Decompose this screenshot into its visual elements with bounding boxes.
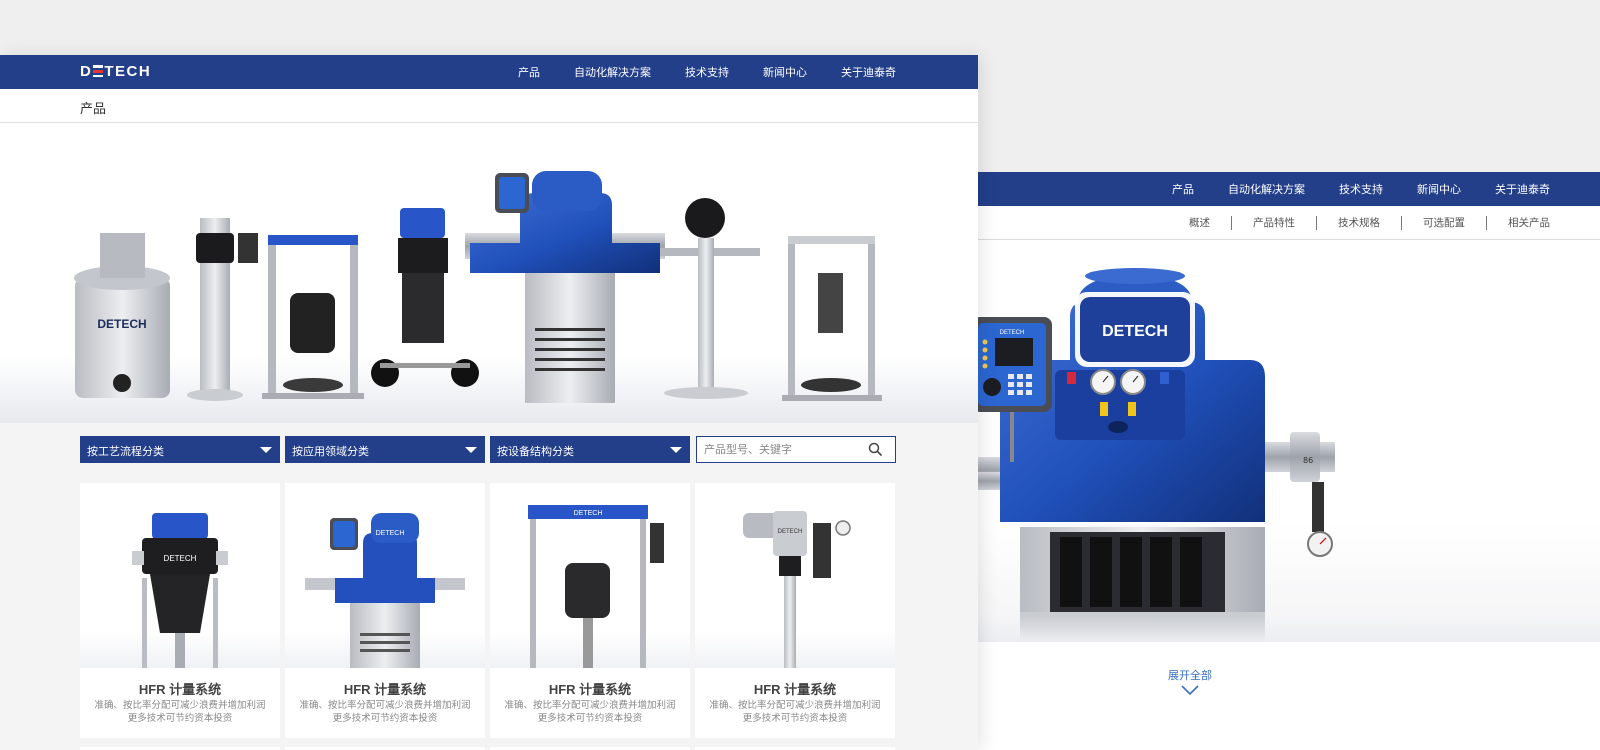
main-nav: 产品 自动化解决方案 技术支持 新闻中心 关于迪泰奇 [484, 55, 896, 89]
machine-label: DETECH [164, 554, 197, 563]
nav-item-products[interactable]: 产品 [518, 64, 540, 80]
product-banner: DETECH [0, 123, 978, 423]
search-input[interactable] [697, 437, 857, 462]
breadcrumb-bar: 产品 [0, 89, 978, 123]
caret-down-icon [465, 447, 477, 453]
product-detail-window: 产品 自动化解决方案 技术支持 新闻中心 关于迪泰奇 概述 产品特性 技术规格 … [960, 172, 1600, 750]
subnav-divider [1316, 215, 1317, 230]
product-description: 准确、按比率分配可减少浪费并增加利润更多技术可节约资本投资 [299, 700, 471, 724]
machine-label: DETECH [574, 510, 603, 517]
nav-item-automation[interactable]: 自动化解决方案 [574, 64, 651, 80]
filter-process-label: 按工艺流程分类 [87, 445, 164, 458]
product-subnav: 概述 产品特性 技术规格 可选配置 相关产品 [960, 206, 1600, 240]
product-search [696, 436, 896, 463]
product-card[interactable]: DETECH HFR 计量系统 准确、按比率分配可减少浪费并增加利润更多技术可节… [695, 483, 895, 738]
nav-item-support[interactable]: 技术支持 [1339, 181, 1383, 197]
detech-logo[interactable]: D TECH [80, 63, 151, 80]
expand-all-link[interactable]: 展开全部 [1120, 667, 1260, 683]
product-lineup-illustration: DETECH [74, 171, 882, 403]
nav-item-automation[interactable]: 自动化解决方案 [1228, 181, 1305, 197]
subnav-features[interactable]: 产品特性 [1253, 215, 1295, 230]
product-title: HFR 计量系统 [343, 682, 427, 697]
product-card[interactable]: DETECH HFR 计量系统 准确、按比率分配可减少浪费并增加利润更多技术可节… [285, 483, 485, 738]
logo-e-mark [93, 65, 104, 77]
tank-logo-text: DETECH [97, 317, 146, 331]
product-image: DETECH [695, 483, 895, 668]
nav-item-about[interactable]: 关于迪泰奇 [841, 64, 896, 80]
nav-item-products[interactable]: 产品 [1172, 181, 1194, 197]
filter-structure-label: 按设备结构分类 [497, 445, 574, 458]
machine-label: DETECH [376, 530, 405, 537]
page-title: 产品 [80, 102, 107, 117]
product-title: HFR 计量系统 [753, 682, 837, 697]
chevron-down-icon[interactable] [1180, 683, 1200, 697]
subnav-options[interactable]: 可选配置 [1423, 215, 1465, 230]
nav-item-news[interactable]: 新闻中心 [1417, 181, 1461, 197]
product-description: 准确、按比率分配可减少浪费并增加利润更多技术可节约资本投资 [94, 700, 266, 724]
caret-down-icon [260, 447, 272, 453]
subnav-related[interactable]: 相关产品 [1508, 215, 1550, 230]
product-card[interactable]: DETECH HFR 计量系统 准确、按比率分配可减少浪费并增加利润更多技术可节… [490, 483, 690, 738]
filter-application-label: 按应用领域分类 [292, 445, 369, 458]
filter-application[interactable]: 按应用领域分类 [285, 436, 485, 463]
product-description: 准确、按比率分配可减少浪费并增加利润更多技术可节约资本投资 [709, 700, 881, 724]
metering-machine-illustration: 86 DETECH DETECH [960, 268, 1335, 642]
filter-bar: 按工艺流程分类 按应用领域分类 按设备结构分类 [80, 436, 896, 463]
top-nav: 产品 自动化解决方案 技术支持 新闻中心 关于迪泰奇 [960, 172, 1600, 206]
subnav-overview[interactable]: 概述 [1189, 215, 1210, 230]
filter-structure[interactable]: 按设备结构分类 [490, 436, 690, 463]
product-image: DETECH [490, 483, 690, 668]
product-hero-image: 86 DETECH DETECH [960, 242, 1600, 642]
filter-process[interactable]: 按工艺流程分类 [80, 436, 280, 463]
top-nav: D TECH 产品 自动化解决方案 技术支持 新闻中心 关于迪泰奇 [0, 55, 978, 89]
gauge-number: 86 [1303, 456, 1313, 465]
product-list-window: D TECH 产品 自动化解决方案 技术支持 新闻中心 关于迪泰奇 产品 DETE… [0, 55, 978, 750]
hero-fade [960, 616, 1600, 642]
subnav-divider [1401, 215, 1402, 230]
product-title: HFR 计量系统 [548, 682, 632, 697]
subnav-divider [1486, 215, 1487, 230]
caret-down-icon [670, 447, 682, 453]
machine-logo-text: DETECH [1102, 323, 1168, 340]
product-title: HFR 计量系统 [138, 682, 222, 697]
nav-item-about[interactable]: 关于迪泰奇 [1495, 181, 1550, 197]
subnav-specs[interactable]: 技术规格 [1338, 215, 1380, 230]
controller-logo-text: DETECH [1000, 330, 1025, 336]
search-icon[interactable] [868, 442, 883, 457]
subnav-divider [1231, 215, 1232, 230]
product-image: DETECH [80, 483, 280, 668]
product-card[interactable]: DETECH HFR 计量系统 准确、按比率分配可减少浪费并增加利润更多技术可节… [80, 483, 280, 738]
product-description: 准确、按比率分配可减少浪费并增加利润更多技术可节约资本投资 [504, 700, 676, 724]
machine-label: DETECH [778, 529, 803, 535]
product-image: DETECH [285, 483, 485, 668]
nav-item-news[interactable]: 新闻中心 [763, 64, 807, 80]
nav-item-support[interactable]: 技术支持 [685, 64, 729, 80]
